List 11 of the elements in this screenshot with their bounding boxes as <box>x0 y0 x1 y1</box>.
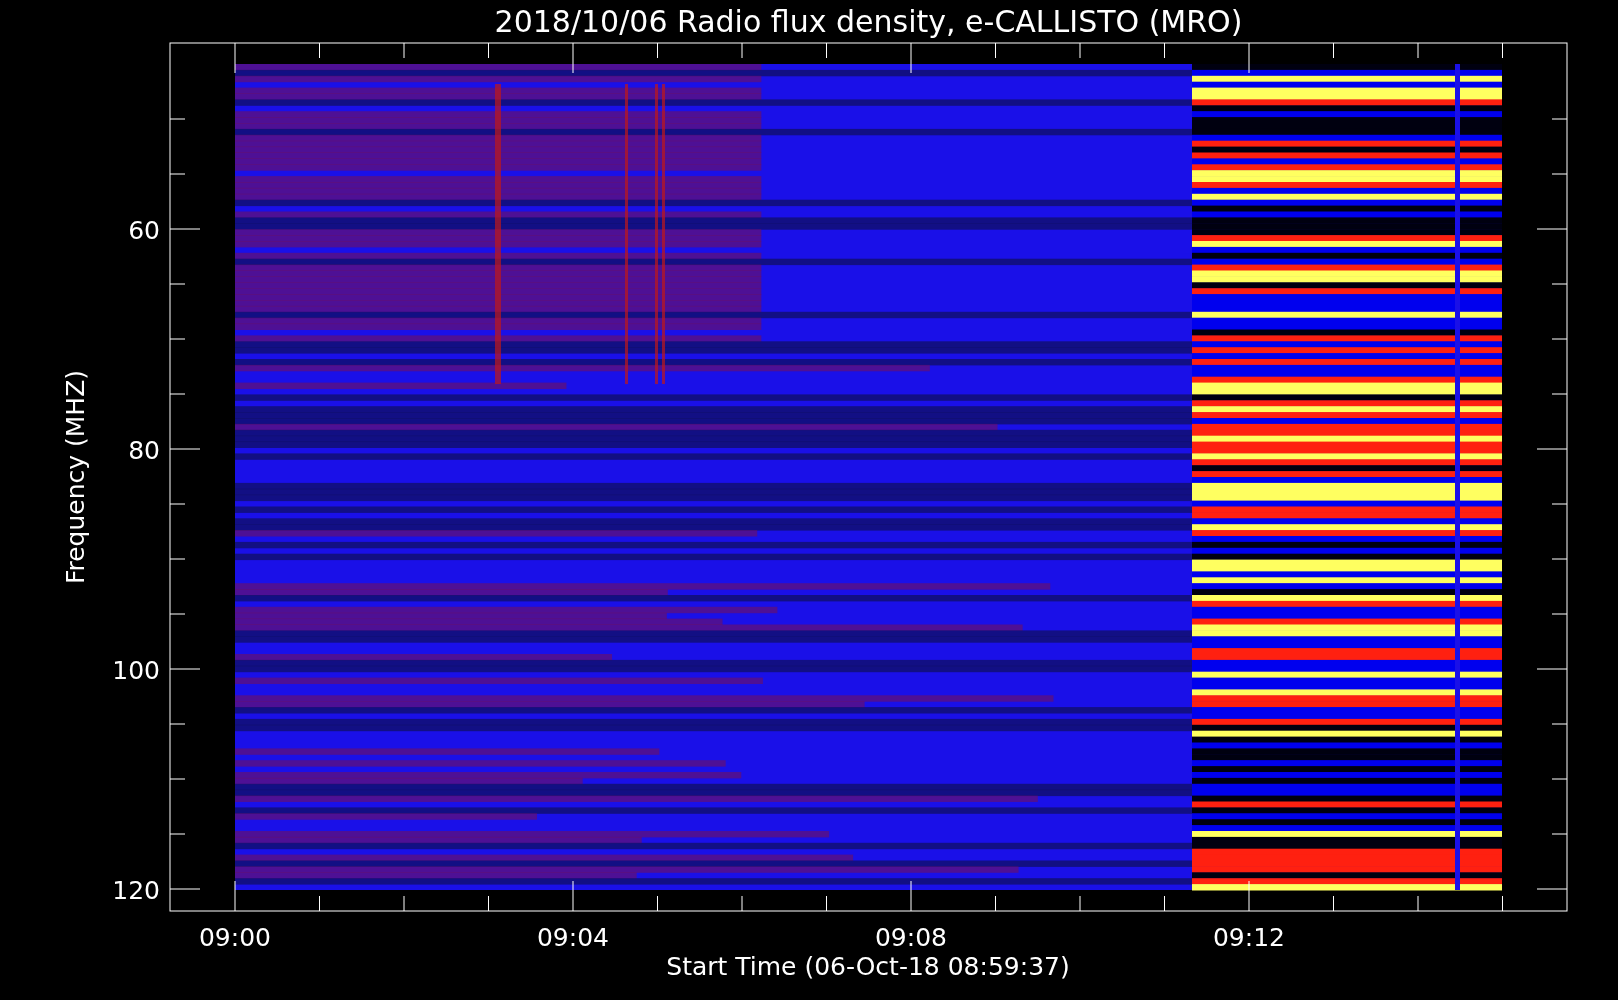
x-tick-label: 09:00 <box>199 923 271 952</box>
plot-title: 2018/10/06 Radio flux density, e-CALLISTO (MRO) <box>494 4 1243 39</box>
x-tick-label: 09:08 <box>875 923 947 952</box>
y-tick-label: 100 <box>112 656 160 685</box>
y-tick-label: 80 <box>128 436 160 465</box>
x-tick-label: 09:12 <box>1213 923 1285 952</box>
y-tick-label: 60 <box>128 216 160 245</box>
x-tick-label: 09:04 <box>537 923 609 952</box>
y-tick-label: 120 <box>112 876 160 905</box>
x-axis-label: Start Time (06-Oct-18 08:59:37) <box>666 952 1070 981</box>
y-axis-label: Frequency (MHZ) <box>61 369 90 585</box>
